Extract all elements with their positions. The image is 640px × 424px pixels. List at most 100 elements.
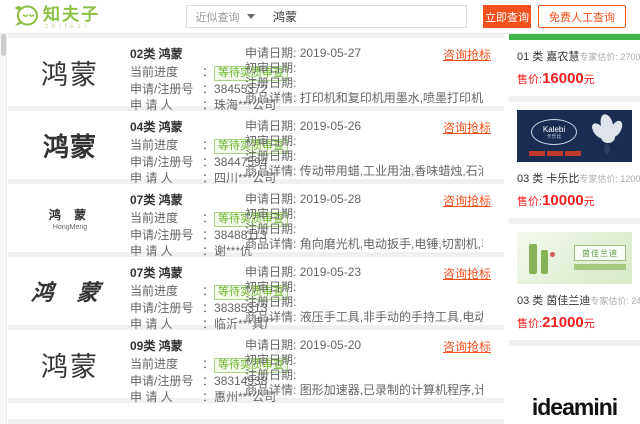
yinjialandi-logo: 茵佳兰迪 <box>574 245 626 261</box>
sale-class: 01 类 嘉农慧 <box>517 51 580 63</box>
logo-subtext: zhifuzi <box>45 24 91 30</box>
table-row-partial <box>8 403 504 419</box>
search-type-dropdown[interactable]: 近似查询 <box>187 6 263 27</box>
logo[interactable]: 知夫子 zhifuzi <box>13 3 100 34</box>
page: 知夫子 zhifuzi 近似查询 立即查询 免费人工查询 鸿蒙 <box>0 0 640 424</box>
consult-grab-link[interactable]: 咨询抢标 <box>443 265 491 282</box>
scrollbar[interactable] <box>0 34 7 424</box>
progress-label: 当前进度 <box>130 138 179 152</box>
search-type-label: 近似查询 <box>195 11 240 24</box>
logo-text: 知夫子 <box>43 5 100 24</box>
trademark-image: 鸿蒙 <box>16 38 124 106</box>
apply-date-label: 申请日期: <box>245 119 297 133</box>
sale-class: 03 类 茵佳兰迪 <box>517 295 591 307</box>
detail-value: 传动带用蜡,工业用油,香味蜡烛,石油基抑尘... <box>299 164 483 178</box>
trademark-image: 鸿蒙 <box>16 111 124 179</box>
detail-label: 商品详情: <box>245 237 297 251</box>
detail-label: 商品详情: <box>245 91 297 105</box>
apply-date-value: 2019-05-28 <box>299 192 362 206</box>
detail-value: 角向磨光机,电动扳手,电锤,切割机,非手动的... <box>299 237 483 251</box>
trademark-text: 鸿 蒙 <box>30 280 110 305</box>
trademark-text: 鸿 蒙 <box>48 207 92 222</box>
sale-class: 03 类 卡乐比 <box>517 173 580 185</box>
kalebi-logo: Kalebi 卡乐比 <box>531 119 577 145</box>
sale-item[interactable]: 01 类 嘉农慧 专家估价: 27000元 售价:16000元 <box>509 40 640 96</box>
regno-label: 申请/注册号 <box>130 301 194 315</box>
expert-estimate: 专家估价: 12000元 <box>579 174 640 184</box>
regno-label: 申请/注册号 <box>130 374 194 388</box>
initial-date-label: 初审日期: <box>245 61 297 75</box>
apply-date-value: 2019-05-20 <box>299 338 362 352</box>
sale-item[interactable]: Kalebi 卡乐比 03 类 卡乐比 专家估价: 1200 售价:10000元 <box>509 102 640 218</box>
sale-price: 售价:21000元 <box>517 314 595 331</box>
regno-label: 申请/注册号 <box>130 82 194 96</box>
scrollbar-thumb[interactable] <box>1 34 6 56</box>
main-area: 鸿蒙 02类 鸿蒙 当前进度：等待实质审查 申请/注册号 ：38455372 申 … <box>0 34 640 424</box>
apply-date-label: 申请日期: <box>245 192 297 206</box>
consult-grab-link[interactable]: 咨询抢标 <box>443 338 491 355</box>
ideamini-banner-image: ideamini <box>517 354 632 424</box>
sale-item[interactable]: ideamini 09 类 IDEAMINI 专家估价: 12000元 <box>509 346 640 424</box>
register-date-label: 注册日期: <box>245 368 297 382</box>
register-date-label: 注册日期: <box>245 149 297 163</box>
apply-date-label: 申请日期: <box>245 265 297 279</box>
consult-grab-link[interactable]: 咨询抢标 <box>443 46 491 63</box>
table-row[interactable]: 鸿 蒙 HongMeng 07类 鸿蒙 当前进度：等待实质审查 申请/注册号 ：3… <box>8 184 504 258</box>
table-row[interactable]: 鸿蒙 04类 鸿蒙 当前进度：等待实质审查 申请/注册号 ：38447594 申 … <box>8 111 504 185</box>
trademark-text: 鸿蒙 <box>41 59 99 90</box>
free-manual-query-button[interactable]: 免费人工查询 <box>538 5 626 28</box>
detail-value: 液压手工具,非手动的手持工具,电动剪刀,电... <box>299 310 483 324</box>
consult-grab-link[interactable]: 咨询抢标 <box>443 192 491 209</box>
regno-label: 申请/注册号 <box>130 155 194 169</box>
table-row[interactable]: 鸿蒙 02类 鸿蒙 当前进度：等待实质审查 申请/注册号 ：38455372 申 … <box>8 38 504 112</box>
query-now-button[interactable]: 立即查询 <box>483 5 531 28</box>
progress-label: 当前进度 <box>130 211 179 225</box>
trademark-image: 鸿蒙 <box>16 330 124 398</box>
progress-label: 当前进度 <box>130 284 179 298</box>
expert-estimate: 专家估价: 24000元 <box>590 296 640 306</box>
expert-estimate: 专家估价: 27000元 <box>579 52 640 62</box>
yinjialandi-banner-image: 茵佳兰迪 <box>517 232 632 284</box>
detail-label: 商品详情: <box>245 383 297 397</box>
header: 知夫子 zhifuzi 近似查询 立即查询 免费人工查询 <box>0 0 640 34</box>
apply-date-value: 2019-05-27 <box>299 46 362 60</box>
regno-label: 申请/注册号 <box>130 228 194 242</box>
flower-graphic <box>592 114 623 155</box>
register-date-label: 注册日期: <box>245 76 297 90</box>
logo-bubble-icon <box>13 3 39 34</box>
yinjialandi-strip <box>574 264 626 270</box>
apply-date-value: 2019-05-26 <box>299 119 362 133</box>
chevron-down-icon <box>246 14 255 19</box>
initial-date-label: 初审日期: <box>245 280 297 294</box>
kalebi-tags <box>529 151 581 156</box>
table-row[interactable]: 鸿 蒙 07类 鸿蒙 当前进度：等待实质审查 申请/注册号 ：38385313 申… <box>8 257 504 331</box>
results-list: 鸿蒙 02类 鸿蒙 当前进度：等待实质审查 申请/注册号 ：38455372 申 … <box>8 34 504 424</box>
apply-date-label: 申请日期: <box>245 46 297 60</box>
progress-label: 当前进度 <box>130 357 179 371</box>
kalebi-banner-image: Kalebi 卡乐比 <box>517 110 632 162</box>
register-date-label: 注册日期: <box>245 222 297 236</box>
sale-item[interactable]: 茵佳兰迪 03 类 茵佳兰迪 专家估价: 24000元 售价:21000元 <box>509 224 640 340</box>
initial-date-label: 初审日期: <box>245 134 297 148</box>
trademark-text: 鸿蒙 <box>42 131 97 162</box>
sidebar: 01 类 嘉农慧 专家估价: 27000元 售价:16000元 Kalebi 卡… <box>509 34 640 424</box>
trademark-subtext: HongMeng <box>52 223 88 231</box>
table-row[interactable]: 鸿蒙 09类 鸿蒙 当前进度：等待实质审查 申请/注册号 ：38314938 申 … <box>8 330 504 404</box>
bottle-graphic <box>541 250 548 274</box>
consult-grab-link[interactable]: 咨询抢标 <box>443 119 491 136</box>
bottle-graphic <box>529 244 537 274</box>
apply-date-label: 申请日期: <box>245 338 297 352</box>
detail-value: 图形加速器,已录制的计算机程序,计算机软... <box>299 383 483 397</box>
flower-dot <box>550 252 555 257</box>
trademark-image: 鸿 蒙 HongMeng <box>16 184 124 252</box>
register-date-label: 注册日期: <box>245 295 297 309</box>
detail-label: 商品详情: <box>245 164 297 178</box>
detail-label: 商品详情: <box>245 310 297 324</box>
search-input[interactable] <box>263 6 466 27</box>
apply-date-value: 2019-05-23 <box>299 265 362 279</box>
sale-price: 售价:16000元 <box>517 70 595 87</box>
sale-price: 售价:10000元 <box>517 192 595 209</box>
trademark-text: 鸿蒙 <box>41 351 99 382</box>
progress-label: 当前进度 <box>130 65 179 79</box>
trademark-image: 鸿 蒙 <box>12 257 127 325</box>
